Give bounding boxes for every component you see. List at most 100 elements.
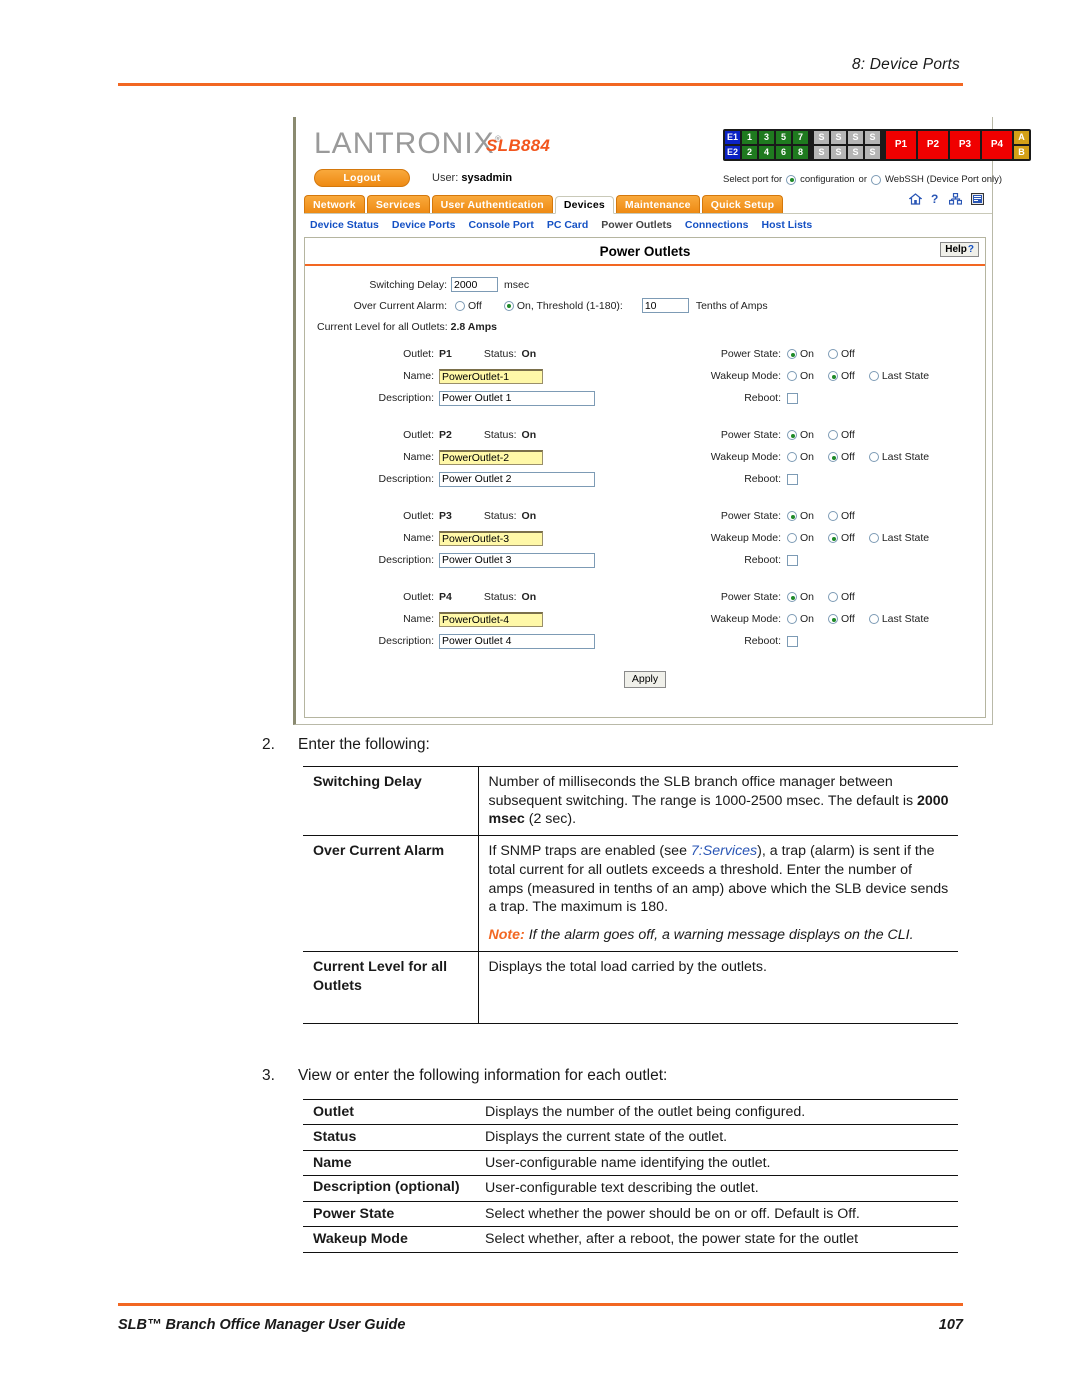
wakeup-off-p1[interactable]: Off [828,370,855,382]
subnav-host-lists[interactable]: Host Lists [761,219,812,231]
switching-delay-input[interactable]: 2000 [451,277,498,292]
port-6[interactable]: 6 [776,146,791,159]
power-outlet-p1[interactable]: P1 [886,131,916,159]
serial-port-b2[interactable]: S [831,146,846,159]
port-7[interactable]: 7 [793,131,808,144]
port-map-ab-column[interactable]: A B [1014,131,1029,159]
tab-quick-setup[interactable]: Quick Setup [701,195,784,213]
radio-wakeup-last-p4[interactable] [868,614,879,624]
home-icon[interactable] [909,193,922,205]
radio-power-off-p2[interactable] [828,430,839,440]
logout-button[interactable]: Logout [314,169,410,187]
port-map-ethernet-column[interactable]: E1 E2 [725,131,740,159]
services-cross-ref-link[interactable]: 7:Services [691,843,757,859]
serial-port-a1[interactable]: S [814,131,829,144]
subnav-console-port[interactable]: Console Port [469,219,534,231]
radio-wakeup-off-p3[interactable] [828,533,839,543]
radio-wakeup-on-p2[interactable] [787,452,797,462]
radio-wakeup-on-p1[interactable] [787,371,797,381]
wakeup-last-state-p3[interactable]: Last State [868,532,929,544]
radio-wakeup-on-p3[interactable] [787,533,797,543]
radio-power-on-p2[interactable] [787,430,797,440]
radio-power-off-p3[interactable] [828,511,839,521]
serial-col-1[interactable]: S S [814,131,829,159]
power-state-on-p3[interactable]: On [787,510,814,522]
over-current-on-option[interactable]: On, Threshold (1-180): [503,300,623,312]
serial-port-a4[interactable]: S [865,131,880,144]
radio-power-on-p4[interactable] [787,592,797,602]
threshold-input[interactable]: 10 [641,298,689,313]
wakeup-off-p3[interactable]: Off [828,532,855,544]
name-input-p4[interactable]: PowerOutlet-4 [439,611,543,627]
subnav-pc-card[interactable]: PC Card [547,219,588,231]
wakeup-on-p1[interactable]: On [787,370,814,382]
serial-port-b4[interactable]: S [865,146,880,159]
radio-webssh[interactable] [871,174,881,185]
help-icon[interactable]: ? [931,193,940,205]
tab-network[interactable]: Network [304,195,365,213]
port-e2[interactable]: E2 [725,146,740,159]
reboot-checkbox-p2[interactable] [787,473,798,485]
radio-wakeup-off-p2[interactable] [828,452,839,462]
power-state-on-p1[interactable]: On [787,348,814,360]
power-state-on-p2[interactable]: On [787,429,814,441]
tab-maintenance[interactable]: Maintenance [615,195,700,213]
wakeup-last-state-p4[interactable]: Last State [868,613,929,625]
description-input-p1[interactable]: Power Outlet 1 [439,390,595,406]
name-input-p1[interactable]: PowerOutlet-1 [439,368,543,384]
power-state-off-p4[interactable]: Off [828,591,855,603]
wakeup-off-p4[interactable]: Off [828,613,855,625]
port-map-power-outlets[interactable]: P1 P2 P3 P4 [886,131,1012,159]
subnav-device-status[interactable]: Device Status [310,219,379,231]
radio-wakeup-off-p1[interactable] [828,371,839,381]
power-state-on-p4[interactable]: On [787,591,814,603]
radio-power-off-p1[interactable] [828,349,839,359]
wakeup-on-p2[interactable]: On [787,451,814,463]
wakeup-last-state-p2[interactable]: Last State [868,451,929,463]
radio-wakeup-off-p4[interactable] [828,614,839,624]
reboot-checkbox-p4[interactable] [787,635,798,647]
serial-port-b1[interactable]: S [814,146,829,159]
wakeup-last-state-p1[interactable]: Last State [868,370,929,382]
port-e1[interactable]: E1 [725,131,740,144]
power-supply-b[interactable]: B [1014,146,1029,159]
power-state-off-p3[interactable]: Off [828,510,855,522]
subnav-connections[interactable]: Connections [685,219,749,231]
port-col-4[interactable]: 7 8 [793,131,808,159]
description-input-p2[interactable]: Power Outlet 2 [439,471,595,487]
port-1[interactable]: 1 [742,131,757,144]
over-current-off-option[interactable]: Off [455,300,482,312]
serial-col-4[interactable]: S S [865,131,880,159]
serial-port-a3[interactable]: S [848,131,863,144]
apply-button[interactable]: Apply [623,670,667,688]
help-button[interactable]: Help? [940,242,979,257]
wakeup-off-p2[interactable]: Off [828,451,855,463]
power-supply-a[interactable]: A [1014,131,1029,144]
reboot-checkbox-p1[interactable] [787,392,798,404]
reboot-checkbox-p3[interactable] [787,554,798,566]
serial-col-3[interactable]: S S [848,131,863,159]
port-5[interactable]: 5 [776,131,791,144]
name-input-p2[interactable]: PowerOutlet-2 [439,449,543,465]
radio-wakeup-last-p2[interactable] [868,452,879,462]
tab-user-authentication[interactable]: User Authentication [431,195,553,213]
radio-power-on-p3[interactable] [787,511,797,521]
power-state-off-p2[interactable]: Off [828,429,855,441]
description-input-p4[interactable]: Power Outlet 4 [439,633,595,649]
logs-icon[interactable] [971,193,984,205]
port-map-serial-ports[interactable]: S S S S S S S S [814,131,880,159]
port-col-2[interactable]: 3 4 [759,131,774,159]
serial-port-b3[interactable]: S [848,146,863,159]
radio-wakeup-last-p3[interactable] [868,533,879,543]
radio-power-off-p4[interactable] [828,592,839,602]
radio-wakeup-last-p1[interactable] [868,371,879,381]
description-input-p3[interactable]: Power Outlet 3 [439,552,595,568]
port-8[interactable]: 8 [793,146,808,159]
radio-wakeup-on-p4[interactable] [787,614,797,624]
subnav-power-outlets[interactable]: Power Outlets [601,219,672,231]
port-4[interactable]: 4 [759,146,774,159]
tab-services[interactable]: Services [366,195,430,213]
radio-power-on-p1[interactable] [787,349,797,359]
serial-port-a2[interactable]: S [831,131,846,144]
wakeup-on-p3[interactable]: On [787,532,814,544]
